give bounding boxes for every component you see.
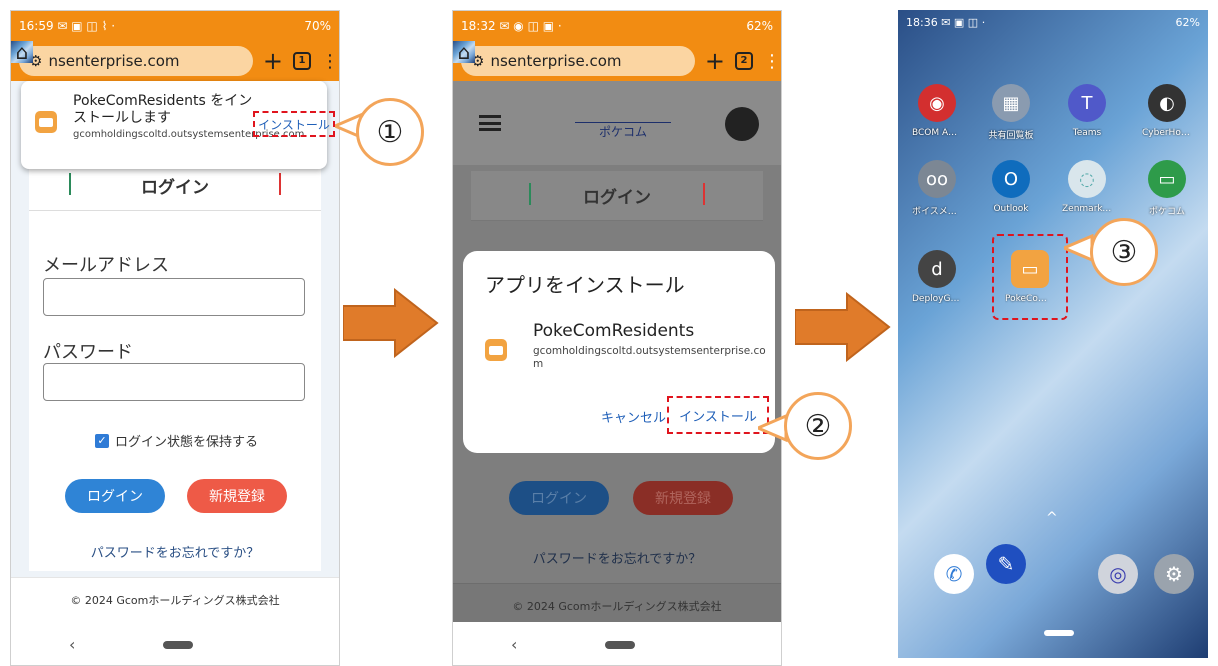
shield-icon: ◉	[918, 84, 956, 122]
voicemail-icon: oo	[918, 160, 956, 198]
pokecom-icon: ▭	[1148, 160, 1186, 198]
app-outlook[interactable]: O Outlook	[986, 160, 1036, 214]
phone-icon[interactable]: ✆	[934, 554, 974, 594]
email-field[interactable]	[43, 278, 305, 316]
battery-level: 62%	[1175, 15, 1200, 29]
tab-switcher-button[interactable]: 1	[293, 52, 311, 70]
callout-2: ②	[784, 392, 852, 460]
page-footer: © 2024 Gcomホールディングス株式会社	[11, 577, 339, 622]
system-nav-bar: ‹	[11, 622, 339, 665]
phone-screenshot-2: 18:32 ✉ ◉ ◫ ▣ · 62% ⌂ ⚙ nsenterprise.com…	[452, 10, 782, 666]
remember-login-checkbox[interactable]: ✓ ログイン状態を保持する	[95, 431, 258, 450]
app-teams[interactable]: T Teams	[1062, 84, 1112, 138]
status-bar: 18:32 ✉ ◉ ◫ ▣ · 62%	[453, 11, 781, 41]
home-icon[interactable]: ⌂	[11, 41, 33, 63]
password-field[interactable]	[43, 363, 305, 401]
dialog-title: アプリをインストール	[485, 273, 685, 297]
teams-icon: T	[1068, 84, 1106, 122]
app-shared-board[interactable]: ▦ 共有回覧板	[986, 84, 1036, 141]
home-pill[interactable]	[163, 640, 193, 649]
popup-install-button[interactable]: インストール	[253, 111, 335, 137]
new-tab-button[interactable]: +	[705, 49, 725, 73]
cyber-icon: ◐	[1148, 84, 1186, 122]
login-button[interactable]: ログイン	[65, 479, 165, 513]
status-bar: 16:59 ✉ ▣ ◫ ⌇ · 70%	[11, 11, 339, 41]
callout-1: ①	[356, 98, 424, 166]
menu-icon[interactable]: ⋮	[763, 51, 781, 72]
register-button: 新規登録	[633, 481, 733, 515]
email-label: メールアドレス	[43, 255, 169, 276]
browser-toolbar: ⌂ ⚙ nsenterprise.com + 1 ⋮	[11, 41, 339, 81]
callout-3: ③	[1090, 218, 1158, 286]
register-button[interactable]: 新規登録	[187, 479, 287, 513]
settings-gear-icon[interactable]: ⚙	[1154, 554, 1194, 594]
highlight-box	[992, 234, 1068, 320]
right-arrow-icon	[795, 292, 891, 362]
pokecom-app-icon	[485, 339, 507, 361]
app-deploygate[interactable]: d DeployGate	[912, 250, 962, 304]
home-icon[interactable]: ⌂	[453, 41, 475, 63]
phone-screenshot-1: 16:59 ✉ ▣ ◫ ⌇ · 70% ⌂ ⚙ nsenterprise.com…	[10, 10, 340, 666]
home-pill[interactable]	[1044, 630, 1074, 636]
dialog-app-domain: gcomholdingscoltd.outsystemsenterprise.c…	[533, 345, 766, 370]
tab-switcher-button[interactable]: 2	[735, 52, 753, 70]
app-drawer-chevron-icon[interactable]: ^	[1046, 510, 1058, 526]
home-pill[interactable]	[605, 640, 635, 649]
forgot-password-link[interactable]: パスワードをお忘れですか？	[11, 542, 339, 561]
status-time: 16:59	[19, 19, 54, 33]
pokecom-logo: ポケコム	[575, 109, 671, 140]
menu-icon[interactable]: ⋮	[321, 51, 339, 72]
zen-icon: ◌	[1068, 160, 1106, 198]
app-voicemail[interactable]: oo ボイスメッセ	[912, 160, 962, 217]
popup-title: PokeComResidents をインストールします	[73, 93, 253, 126]
install-popup: PokeComResidents をインストールします gcomholdings…	[21, 81, 335, 169]
hamburger-menu-icon[interactable]	[479, 115, 501, 131]
app-zenmarket[interactable]: ◌ ZenmarketHelp	[1062, 160, 1112, 214]
status-time: 18:36	[906, 15, 938, 29]
new-tab-button[interactable]: +	[263, 49, 283, 73]
password-label: パスワード	[43, 342, 133, 363]
right-arrow-icon	[343, 288, 439, 358]
back-icon[interactable]: ‹	[511, 635, 517, 654]
avatar[interactable]	[725, 107, 759, 141]
cancel-button[interactable]: キャンセル	[601, 407, 666, 426]
camera-icon[interactable]: ◎	[1098, 554, 1138, 594]
popup-domain: gcomholdingscoltd.outsystemsenterprise.c…	[73, 129, 305, 140]
outlook-icon: O	[992, 160, 1030, 198]
login-button: ログイン	[509, 481, 609, 515]
messages-icon[interactable]: ✎	[986, 544, 1026, 584]
app-pokecom[interactable]: ▭ ポケコム	[1142, 160, 1192, 217]
status-icons: ✉ ▣ ◫ ⌇ ·	[53, 19, 116, 33]
app-cyberhouse[interactable]: ◐ CyberHouse D.	[1142, 84, 1192, 138]
status-icons: ✉ ▣ ◫ ·	[937, 15, 986, 29]
system-nav-bar: ‹	[453, 622, 781, 665]
app-bcom-antivirus[interactable]: ◉ BCOM AntiV	[912, 84, 962, 138]
board-icon: ▦	[992, 84, 1030, 122]
checkbox-checked-icon: ✓	[95, 433, 109, 448]
url-bar[interactable]: ⚙ nsenterprise.com	[461, 46, 695, 76]
install-button[interactable]: インストール	[667, 396, 769, 434]
status-time: 18:32	[461, 19, 496, 33]
install-app-dialog: アプリをインストール PokeComResidents gcomholdings…	[463, 251, 775, 453]
status-bar: 18:36 ✉ ▣ ◫ · 62%	[898, 10, 1208, 34]
browser-toolbar: ⌂ ⚙ nsenterprise.com + 2 ⋮	[453, 41, 781, 81]
forgot-password-link: パスワードをお忘れですか？	[532, 552, 702, 567]
url-text: nsenterprise.com	[490, 52, 622, 70]
phone-screenshot-3: 18:36 ✉ ▣ ◫ · 62% ◉ BCOM AntiV ▦ 共有回覧板 T…	[898, 10, 1208, 658]
pokecom-app-icon	[35, 111, 57, 133]
battery-level: 62%	[746, 19, 773, 33]
back-icon[interactable]: ‹	[69, 635, 75, 654]
battery-level: 70%	[304, 19, 331, 33]
login-heading: ログイン	[471, 171, 763, 221]
logo-wave-icon	[575, 109, 671, 123]
deploygate-icon: d	[918, 250, 956, 288]
url-text: nsenterprise.com	[48, 52, 180, 70]
status-icons: ✉ ◉ ◫ ▣ ·	[495, 19, 562, 33]
dialog-app-name: PokeComResidents	[533, 321, 695, 341]
url-bar[interactable]: ⚙ nsenterprise.com	[19, 46, 253, 76]
